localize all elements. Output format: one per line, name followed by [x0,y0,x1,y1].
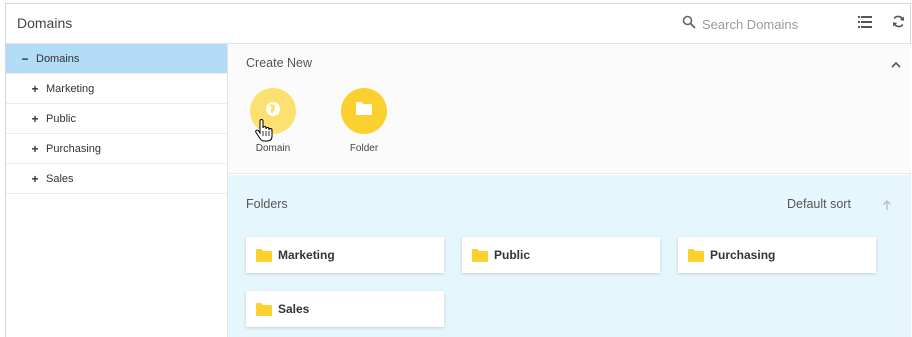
expand-toggle[interactable]: + [30,112,40,126]
create-folder-label: Folder [349,143,379,154]
folder-name: Purchasing [710,248,776,262]
sidebar-item-label: Sales [46,172,74,185]
folder-icon [472,248,488,262]
sidebar-item-public[interactable]: + Public [6,104,227,134]
folder-card-purchasing[interactable]: Purchasing [678,237,876,273]
sidebar-item-label: Public [46,112,76,125]
sidebar-item-domains[interactable]: − Domains [6,44,227,74]
hand-cursor-icon [254,118,274,143]
page-title: Domains [17,15,73,31]
search-icon [682,15,696,34]
create-domain-label: Domain [255,143,291,154]
folder-icon [356,102,372,120]
folder-name: Sales [278,302,310,316]
expand-toggle[interactable]: + [30,172,40,186]
collapse-toggle[interactable]: − [20,52,30,66]
top-bar: Domains [6,4,910,44]
search-input[interactable] [702,16,842,32]
list-icon [858,15,872,33]
sidebar-item-label: Purchasing [46,142,102,155]
chevron-up-icon[interactable] [889,58,903,72]
arrow-up-icon[interactable] [880,198,894,212]
folder-card-public[interactable]: Public [462,237,660,273]
create-folder-circle [341,88,387,134]
refresh-icon [892,15,905,33]
folder-card-marketing[interactable]: Marketing [246,237,444,273]
create-new-heading: Create New [246,56,312,70]
domains-window: Domains Search Domains − Domains + Marke… [5,3,911,337]
sidebar-item-marketing[interactable]: + Marketing [6,74,227,104]
folder-card-sales[interactable]: Sales [246,291,444,327]
folders-heading: Folders [246,197,288,211]
folder-icon [688,248,704,262]
list-view-button[interactable] [855,14,875,34]
sidebar-tree: − Domains + Marketing + Public + Purchas… [6,44,228,337]
sidebar-item-purchasing[interactable]: + Purchasing [6,134,227,164]
folder-icon [256,302,272,316]
expand-toggle[interactable]: + [30,82,40,96]
sidebar-item-label: Domains [36,52,80,65]
expand-toggle[interactable]: + [30,142,40,156]
search-box[interactable] [682,14,842,34]
main-panel: Create New Domain Folder Folders Default… [228,44,911,337]
sidebar-item-label: Marketing [46,82,95,95]
folder-name: Public [494,248,531,262]
folders-section: Folders Default sort Marketing Public Pu… [228,175,911,337]
refresh-button[interactable] [888,14,908,34]
sort-dropdown[interactable]: Default sort [787,197,851,211]
folder-name: Marketing [278,248,335,262]
sidebar-item-sales[interactable]: + Sales [6,164,227,194]
create-folder-button[interactable]: Folder [334,88,394,154]
create-new-section: Create New Domain Folder [228,44,911,174]
folder-icon [256,248,272,262]
